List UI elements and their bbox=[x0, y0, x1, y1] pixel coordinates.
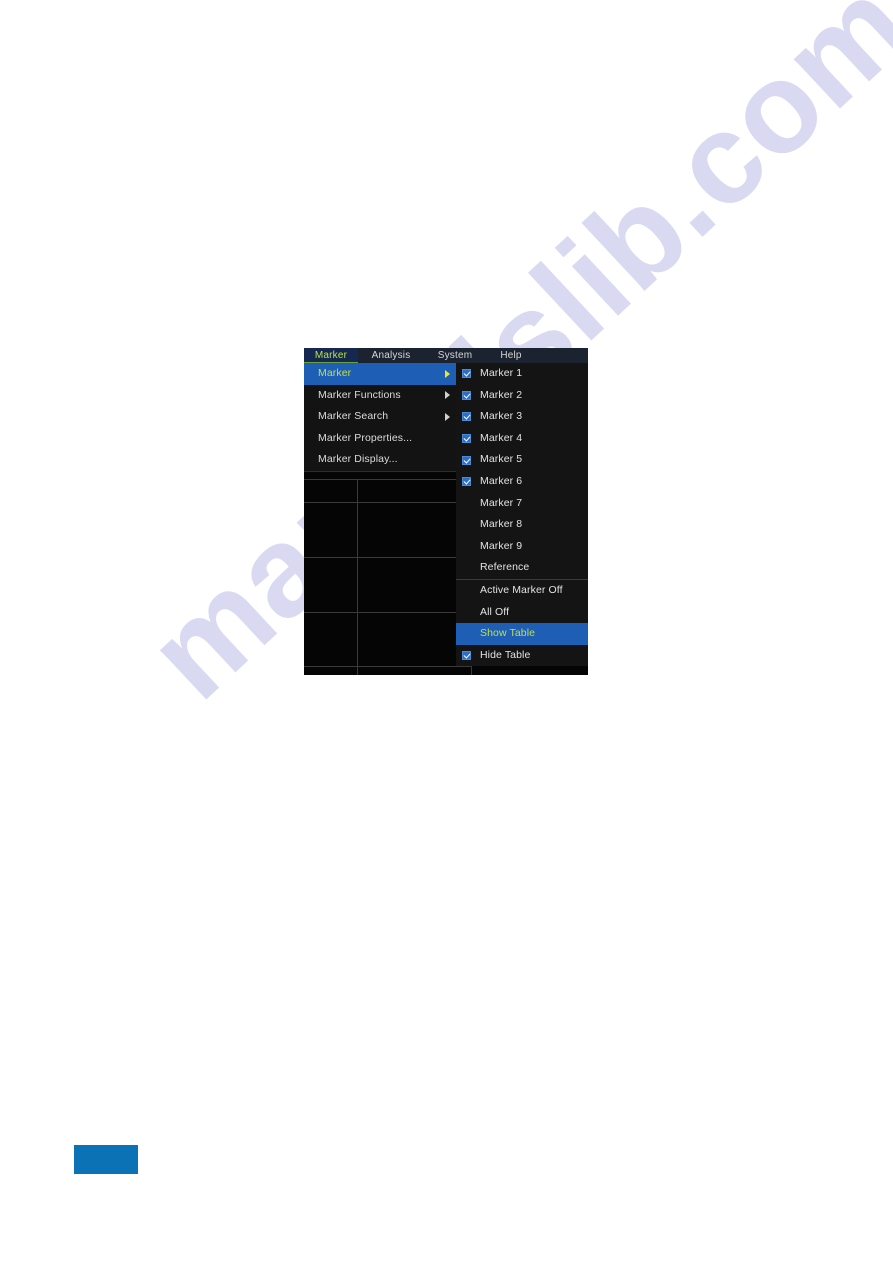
submenu-item-marker-6[interactable]: Marker 6 bbox=[456, 471, 588, 493]
submenu-item-label: Marker 5 bbox=[480, 453, 523, 466]
chevron-right-icon bbox=[445, 391, 450, 400]
checkbox-checked-icon[interactable] bbox=[462, 390, 471, 400]
submenu-item-marker-8[interactable]: Marker 8 bbox=[456, 514, 588, 536]
menu-item-marker-properties[interactable]: Marker Properties... bbox=[304, 428, 456, 450]
marker-dropdown-menu: Marker Marker Functions Marker Search Ma… bbox=[304, 363, 457, 472]
marker-submenu: Marker 1 Marker 2 Marker 3 Marker 4 Mark… bbox=[456, 363, 588, 667]
submenu-item-label: Marker 4 bbox=[480, 431, 523, 444]
menu-item-label: Marker Functions bbox=[318, 388, 401, 401]
menu-item-label: Marker Search bbox=[318, 410, 389, 422]
chevron-right-icon bbox=[445, 369, 450, 378]
submenu-item-marker-1[interactable]: Marker 1 bbox=[456, 363, 588, 385]
submenu-item-label: Marker 1 bbox=[480, 367, 523, 379]
submenu-item-marker-5[interactable]: Marker 5 bbox=[456, 449, 588, 471]
menubar-tab-system[interactable]: System bbox=[424, 348, 486, 363]
submenu-item-label: Hide Table bbox=[480, 648, 531, 661]
menu-item-marker-functions[interactable]: Marker Functions bbox=[304, 385, 456, 407]
checkbox-checked-icon[interactable] bbox=[462, 369, 471, 379]
submenu-item-show-table[interactable]: Show Table bbox=[456, 623, 588, 645]
submenu-item-label: Marker 7 bbox=[480, 496, 523, 509]
submenu-item-marker-9[interactable]: Marker 9 bbox=[456, 536, 588, 558]
grid-line-horizontal bbox=[304, 612, 472, 613]
grid-line-horizontal bbox=[304, 479, 472, 480]
submenu-item-label: All Off bbox=[480, 605, 510, 618]
submenu-item-label: Marker 6 bbox=[480, 474, 523, 487]
checkbox-checked-icon[interactable] bbox=[462, 651, 471, 661]
submenu-item-marker-3[interactable]: Marker 3 bbox=[456, 406, 588, 428]
grid-line-vertical bbox=[357, 479, 358, 675]
checkbox-checked-icon[interactable] bbox=[462, 434, 471, 444]
menu-item-label: Marker Display... bbox=[318, 453, 398, 465]
checkbox-checked-icon[interactable] bbox=[462, 412, 471, 422]
submenu-item-marker-7[interactable]: Marker 7 bbox=[456, 493, 588, 515]
checkbox-checked-icon[interactable] bbox=[462, 455, 471, 465]
submenu-item-label: Marker 3 bbox=[480, 410, 523, 423]
grid-line-horizontal bbox=[304, 502, 472, 503]
menu-item-marker[interactable]: Marker bbox=[304, 363, 456, 385]
submenu-item-label: Marker 2 bbox=[480, 388, 523, 401]
submenu-item-label: Reference bbox=[480, 561, 530, 574]
menubar-tab-marker[interactable]: Marker bbox=[304, 348, 358, 363]
checkbox-checked-icon[interactable] bbox=[462, 477, 471, 487]
chevron-right-icon bbox=[445, 412, 450, 421]
menu-item-label: Marker Properties... bbox=[318, 431, 413, 444]
submenu-item-all-off[interactable]: All Off bbox=[456, 602, 588, 624]
menu-item-marker-display[interactable]: Marker Display... bbox=[304, 449, 456, 471]
menu-item-label: Marker bbox=[318, 367, 352, 379]
submenu-item-hide-table[interactable]: Hide Table bbox=[456, 645, 588, 667]
instrument-screen-capture: Marker Analysis System Help Marker Marke… bbox=[304, 348, 588, 675]
menubar-tab-help[interactable]: Help bbox=[486, 348, 536, 363]
menu-bar: Marker Analysis System Help bbox=[304, 348, 588, 363]
menubar-tab-analysis[interactable]: Analysis bbox=[358, 348, 424, 363]
grid-line-horizontal bbox=[304, 666, 472, 667]
submenu-item-label: Marker 9 bbox=[480, 539, 523, 552]
submenu-item-label: Active Marker Off bbox=[480, 583, 563, 596]
page-footer-color-block bbox=[74, 1145, 138, 1174]
submenu-item-marker-4[interactable]: Marker 4 bbox=[456, 428, 588, 450]
menu-item-marker-search[interactable]: Marker Search bbox=[304, 406, 456, 428]
submenu-item-reference[interactable]: Reference bbox=[456, 557, 588, 579]
submenu-item-label: Marker 8 bbox=[480, 518, 523, 531]
submenu-item-label: Show Table bbox=[480, 627, 536, 640]
submenu-item-active-marker-off[interactable]: Active Marker Off bbox=[456, 580, 588, 602]
submenu-item-marker-2[interactable]: Marker 2 bbox=[456, 385, 588, 407]
grid-line-horizontal bbox=[304, 557, 472, 558]
